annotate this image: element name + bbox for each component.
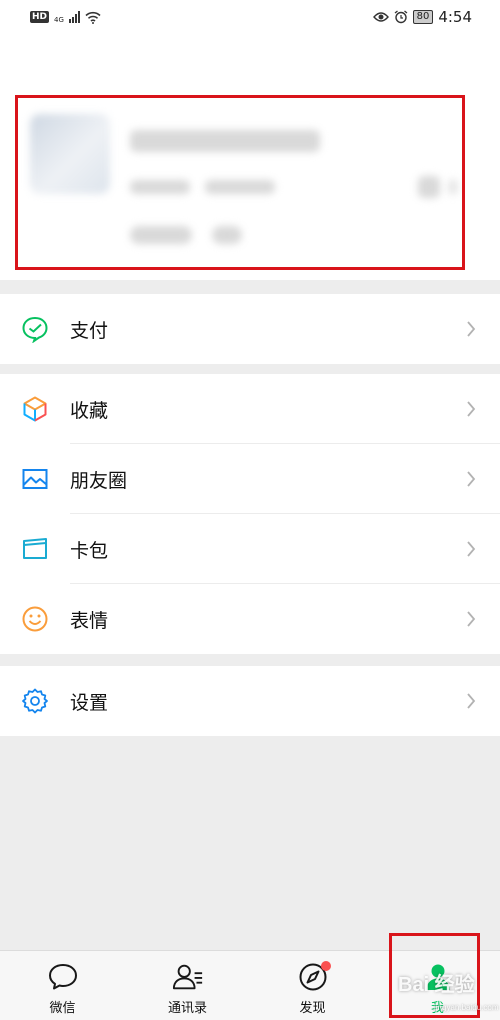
tab-chats[interactable]: 微信 — [0, 951, 125, 1020]
wifi-icon — [85, 11, 101, 24]
watermark-logo: Bai 经验 — [398, 974, 475, 996]
status-left: HD 4G — [30, 11, 101, 24]
menu-label-moments: 朋友圈 — [70, 469, 128, 492]
menu-item-cards[interactable]: 卡包 — [0, 514, 500, 584]
clock: 4:54 — [438, 8, 472, 26]
chat-bubble-icon — [47, 961, 79, 993]
signal-icon — [68, 11, 80, 23]
card-wallet-icon — [21, 535, 49, 563]
hd-badge: HD — [30, 11, 50, 23]
highlight-box-profile — [15, 95, 465, 270]
tab-contacts[interactable]: 通讯录 — [125, 951, 250, 1020]
menu-label-stickers: 表情 — [70, 609, 109, 632]
menu-item-pay[interactable]: 支付 — [0, 294, 500, 364]
chevron-right-icon — [456, 541, 486, 557]
compass-icon — [297, 961, 331, 993]
gear-icon — [21, 687, 49, 715]
favorites-cube-icon — [21, 395, 49, 423]
tab-label-contacts: 通讯录 — [167, 1001, 207, 1016]
menu-group-pay: 支付 — [0, 294, 500, 364]
menu-label-settings: 设置 — [70, 691, 109, 714]
chevron-right-icon — [456, 471, 486, 487]
eye-icon — [372, 12, 389, 22]
alarm-icon — [394, 10, 407, 24]
notification-dot — [320, 961, 331, 971]
tab-label-chats: 微信 — [49, 1001, 76, 1016]
smiley-face-icon — [21, 605, 49, 633]
tab-label-discover: 发现 — [299, 1001, 326, 1016]
pay-icon — [21, 315, 49, 343]
menu-label-pay: 支付 — [70, 319, 109, 342]
chevron-right-icon — [456, 611, 486, 627]
menu-item-settings[interactable]: 设置 — [0, 666, 500, 736]
chevron-right-icon — [456, 401, 486, 417]
menu-group-settings: 设置 — [0, 666, 500, 736]
watermark-url: jingyan.baidu.com — [434, 1003, 499, 1012]
chevron-right-icon — [456, 321, 486, 337]
menu-label-cards: 卡包 — [70, 539, 109, 562]
contacts-icon — [172, 961, 204, 993]
status-right: 80 4:54 — [372, 8, 472, 26]
menu-item-moments[interactable]: 朋友圈 — [0, 444, 500, 514]
battery-icon: 80 — [412, 10, 434, 24]
moments-picture-icon — [21, 465, 49, 493]
network-type: 4G — [54, 15, 64, 24]
status-bar: HD 4G 80 4:54 — [0, 0, 500, 34]
menu-item-stickers[interactable]: 表情 — [0, 584, 500, 654]
menu-group-main: 收藏 朋友圈 卡包 表情 — [0, 374, 500, 654]
menu-label-favorites: 收藏 — [70, 399, 109, 422]
menu-item-favorites[interactable]: 收藏 — [0, 374, 500, 444]
tab-discover[interactable]: 发现 — [250, 951, 375, 1020]
chevron-right-icon — [456, 693, 486, 709]
